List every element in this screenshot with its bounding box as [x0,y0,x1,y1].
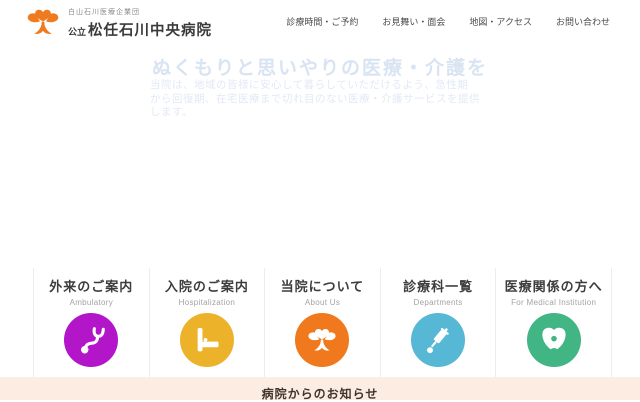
card-title: 診療科一覧 [381,276,496,295]
stethoscope-icon [64,313,118,367]
card-for-medical-institution[interactable]: 医療関係の方へ For Medical Institution [495,268,612,377]
card-subtitle: Ambulatory [34,298,149,307]
card-subtitle: Departments [381,298,496,307]
card-title: 医療関係の方へ [496,276,611,295]
hospital-name-block: 白山石川医療企業団 公立松任石川中央病院 [68,7,212,40]
card-ambulatory[interactable]: 外来のご案内 Ambulatory [33,268,149,377]
card-title: 入院のご案内 [150,276,265,295]
site-header: 白山石川医療企業団 公立松任石川中央病院 診療時間・ご予約 お見舞い・面会 地図… [0,0,640,45]
card-subtitle: Hospitalization [150,298,265,307]
nav-link-visiting[interactable]: お見舞い・面会 [382,15,445,28]
hero-description-line: から回復期、在宅医療まで切れ目のない医療・介護サービスを提供 [150,93,480,107]
hero-section: ぬくもりと思いやりの医療・介護を 当院は、地域の皆様に安心して暮らしていただける… [0,45,640,268]
hospital-name: 松任石川中央病院 [88,23,212,39]
utility-nav: 診療時間・ご予約 お見舞い・面会 地図・アクセス お問い合わせ [286,15,610,28]
organization-name: 白山石川医療企業団 [68,7,212,17]
doctor-icon [527,313,581,367]
nav-link-access-map[interactable]: 地図・アクセス [469,15,532,28]
home-logo-link[interactable]: 白山石川医療企業団 公立松任石川中央病院 [25,5,212,40]
hero-description-line: します。 [150,106,480,120]
card-departments[interactable]: 診療科一覧 Departments [380,268,496,377]
syringe-icon [411,313,465,367]
card-hospitalization[interactable]: 入院のご案内 Hospitalization [149,268,265,377]
quick-menu: 外来のご案内 Ambulatory 入院のご案内 Hospitalization… [33,268,612,377]
hospital-name-prefix: 公立 [68,27,86,37]
hero-description: 当院は、地域の皆様に安心して暮らしていただけるよう、急性期 から回復期、在宅医療… [150,79,480,120]
hero-description-line: 当院は、地域の皆様に安心して暮らしていただけるよう、急性期 [150,79,480,93]
hero-title: ぬくもりと思いやりの医療・介護を [0,45,640,80]
card-title: 外来のご案内 [34,276,149,295]
card-about-us[interactable]: 当院について About Us [264,268,380,377]
hospital-bed-icon [180,313,234,367]
news-section: 病院からのお知らせ [0,377,640,400]
hospital-flower-logo-icon [25,5,61,39]
nav-link-contact[interactable]: お問い合わせ [556,15,610,28]
card-subtitle: For Medical Institution [496,298,611,307]
card-subtitle: About Us [265,298,380,307]
card-title: 当院について [265,276,380,295]
hospital-flower-logo-icon [295,313,349,367]
news-heading: 病院からのお知らせ [0,377,640,402]
nav-link-hours-reservation[interactable]: 診療時間・ご予約 [286,15,358,28]
